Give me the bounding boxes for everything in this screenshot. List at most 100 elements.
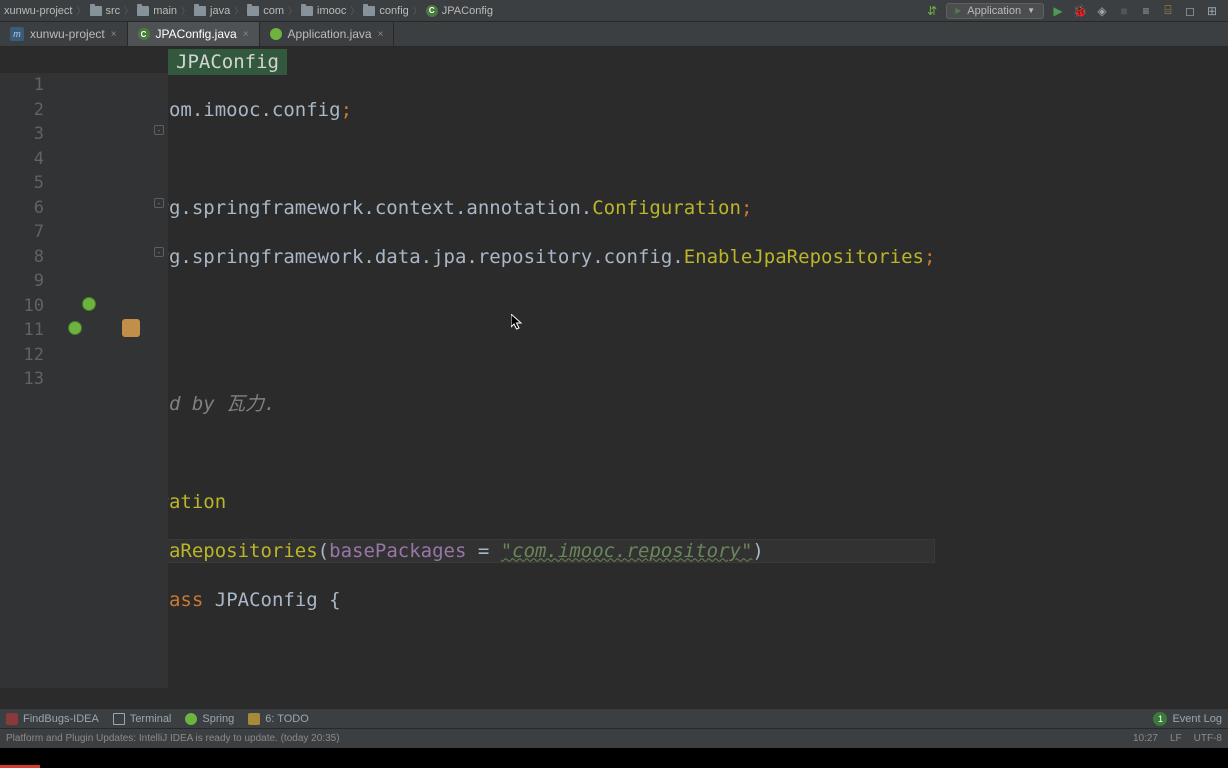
line-number: 8 bbox=[0, 245, 44, 270]
code-content[interactable]: package com.imooc.config; import org.spr… bbox=[62, 73, 935, 688]
line-number: 1 bbox=[0, 73, 44, 98]
fold-toggle-icon[interactable]: - bbox=[154, 247, 164, 257]
code-line[interactable]: @Configuration bbox=[66, 490, 935, 515]
spring-icon bbox=[270, 28, 282, 40]
class-icon: C bbox=[426, 5, 438, 17]
folder-icon bbox=[137, 6, 149, 16]
code-line[interactable]: /** bbox=[66, 343, 935, 368]
close-icon[interactable]: × bbox=[243, 29, 249, 40]
breadcrumb-imooc[interactable]: imooc bbox=[301, 5, 346, 17]
breadcrumb-sep: 〉 bbox=[76, 4, 85, 17]
line-number: 9 bbox=[0, 269, 44, 294]
line-number: 4 bbox=[0, 147, 44, 172]
toolwindow-spring[interactable]: Spring bbox=[185, 713, 234, 725]
code-line[interactable]: */ bbox=[66, 441, 935, 466]
toolwindow-findbugs[interactable]: FindBugs-IDEA bbox=[6, 713, 99, 725]
class-gutter-icon[interactable] bbox=[122, 319, 140, 337]
folder-icon bbox=[363, 6, 375, 16]
tab-label: Application.java bbox=[288, 27, 372, 41]
chevron-down-icon: ▼ bbox=[1027, 6, 1035, 15]
line-number: 3 bbox=[0, 122, 44, 147]
breadcrumb-jpaconfig[interactable]: C JPAConfig bbox=[426, 5, 493, 17]
breadcrumb-sep: 〉 bbox=[350, 4, 359, 17]
tab-jpaconfig[interactable]: C JPAConfig.java × bbox=[128, 22, 260, 46]
folder-icon bbox=[301, 6, 313, 16]
code-line[interactable] bbox=[66, 294, 935, 319]
coverage-button[interactable]: ◈ bbox=[1094, 3, 1110, 19]
code-line[interactable]: package com.imooc.config; bbox=[66, 98, 935, 123]
fold-toggle-icon[interactable]: - bbox=[154, 125, 164, 135]
line-separator[interactable]: LF bbox=[1170, 733, 1182, 744]
tab-label: xunwu-project bbox=[30, 27, 105, 41]
tab-application[interactable]: Application.java × bbox=[260, 22, 395, 46]
code-line[interactable]: } bbox=[66, 637, 935, 662]
breadcrumb-main[interactable]: main bbox=[137, 5, 177, 17]
toolbar-icons: ⇵ ▶ Application ▼ ▶ 🐞 ◈ ■ ≡ ⌸ ◻ ⊞ bbox=[924, 3, 1220, 19]
findbugs-icon bbox=[6, 713, 18, 725]
line-number: 10 bbox=[0, 294, 44, 319]
code-line-current[interactable]: @EnableJpaRepositories(basePackages = "c… bbox=[66, 539, 935, 564]
settings-icon[interactable]: ⊞ bbox=[1204, 3, 1220, 19]
file-encoding[interactable]: UTF-8 bbox=[1194, 733, 1222, 744]
toolwindow-label: Spring bbox=[202, 713, 234, 725]
fold-toggle-icon[interactable]: - bbox=[154, 198, 164, 208]
cursor-position[interactable]: 10:27 bbox=[1133, 733, 1158, 744]
line-number: 6 bbox=[0, 196, 44, 221]
breadcrumb-bar: xunwu-project 〉 src 〉 main 〉 java 〉 com … bbox=[0, 0, 1228, 22]
spring-bean-icon[interactable] bbox=[82, 297, 96, 311]
event-log-badge: 1 bbox=[1153, 712, 1167, 726]
run-config-dropdown[interactable]: ▶ Application ▼ bbox=[946, 3, 1044, 19]
class-icon: C bbox=[138, 28, 150, 40]
spring-bean-icon[interactable] bbox=[68, 321, 82, 335]
todo-icon bbox=[248, 713, 260, 725]
close-icon[interactable]: × bbox=[111, 29, 117, 40]
breadcrumb-src[interactable]: src bbox=[90, 5, 121, 17]
stop-button[interactable]: ■ bbox=[1116, 3, 1132, 19]
breadcrumb-com[interactable]: com bbox=[247, 5, 284, 17]
run-button[interactable]: ▶ bbox=[1050, 3, 1066, 19]
toolwindow-label: Event Log bbox=[1172, 713, 1222, 725]
context-class-label: JPAConfig bbox=[168, 49, 287, 75]
line-number: 11 bbox=[0, 318, 44, 343]
project-structure-icon[interactable]: ⌸ bbox=[1160, 3, 1176, 19]
code-area: 1 2 3 4 5 6 7 8 9 10 11 12 13 - - - pack… bbox=[0, 73, 1228, 688]
line-number: 7 bbox=[0, 220, 44, 245]
code-line[interactable] bbox=[66, 147, 935, 172]
line-number: 2 bbox=[0, 98, 44, 123]
code-editor[interactable]: JPAConfig 1 2 3 4 5 6 7 8 9 10 11 12 13 … bbox=[0, 47, 1228, 688]
close-icon[interactable]: × bbox=[378, 29, 384, 40]
line-number-gutter: 1 2 3 4 5 6 7 8 9 10 11 12 13 bbox=[0, 73, 62, 688]
code-line[interactable] bbox=[66, 686, 935, 711]
line-number: 5 bbox=[0, 171, 44, 196]
line-number: 12 bbox=[0, 343, 44, 368]
tool-window-bar: FindBugs-IDEA Terminal Spring 6: TODO 1 … bbox=[0, 708, 1228, 728]
bottom-strip bbox=[0, 748, 1228, 768]
breadcrumb-sep: 〉 bbox=[124, 4, 133, 17]
vcs-icon[interactable]: ⇵ bbox=[924, 3, 940, 19]
spring-icon bbox=[185, 713, 197, 725]
toolwindow-terminal[interactable]: Terminal bbox=[113, 713, 172, 725]
code-line[interactable]: public class JPAConfig { bbox=[66, 588, 935, 613]
breadcrumb-java[interactable]: java bbox=[194, 5, 230, 17]
toolwindow-todo[interactable]: 6: TODO bbox=[248, 713, 309, 725]
editor-tabs: m xunwu-project × C JPAConfig.java × App… bbox=[0, 22, 1228, 47]
layout-icon[interactable]: ≡ bbox=[1138, 3, 1154, 19]
breadcrumb-config[interactable]: config bbox=[363, 5, 408, 17]
tab-xunwu-project[interactable]: m xunwu-project × bbox=[0, 22, 128, 46]
breadcrumb-sep: 〉 bbox=[413, 4, 422, 17]
toolwindow-label: Terminal bbox=[130, 713, 172, 725]
debug-button[interactable]: 🐞 bbox=[1072, 3, 1088, 19]
maximize-icon[interactable]: ◻ bbox=[1182, 3, 1198, 19]
terminal-icon bbox=[113, 713, 125, 725]
folder-icon bbox=[247, 6, 259, 16]
code-line[interactable]: import org.springframework.data.jpa.repo… bbox=[66, 245, 935, 270]
code-line[interactable]: import org.springframework.context.annot… bbox=[66, 196, 935, 221]
breadcrumb-root[interactable]: xunwu-project bbox=[4, 5, 72, 17]
code-line[interactable]: * Created by 瓦力. bbox=[66, 392, 935, 417]
toolwindow-eventlog[interactable]: 1 Event Log bbox=[1153, 712, 1222, 726]
tab-label: JPAConfig.java bbox=[156, 27, 237, 41]
status-message: Platform and Plugin Updates: IntelliJ ID… bbox=[6, 733, 340, 744]
run-config-label: Application bbox=[967, 5, 1021, 17]
toolwindow-label: 6: TODO bbox=[265, 713, 309, 725]
breadcrumb-sep: 〉 bbox=[181, 4, 190, 17]
